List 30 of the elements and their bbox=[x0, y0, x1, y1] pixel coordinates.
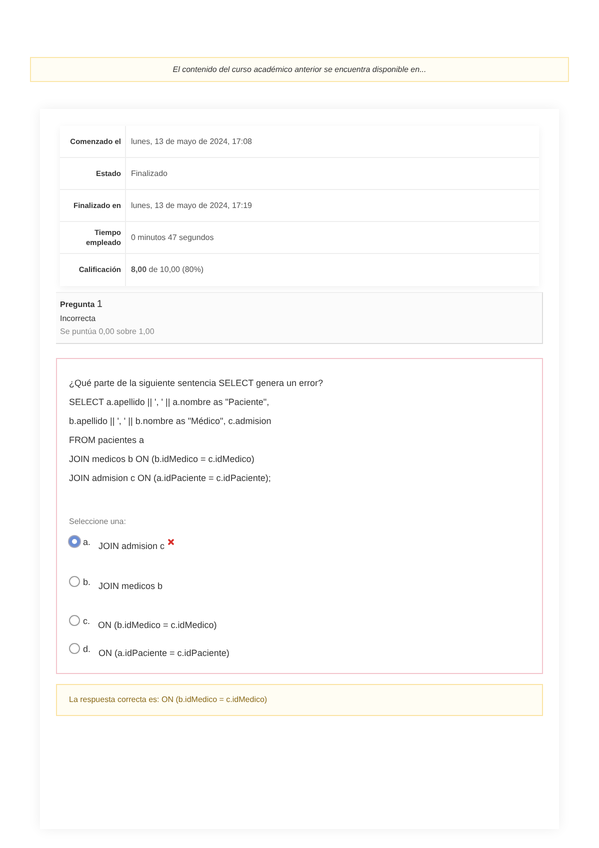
summary-value: 0 minutos 47 segundos bbox=[130, 232, 214, 244]
question-text-line: JOIN admision c ON (a.idPaciente = c.idPaciente); bbox=[69, 472, 272, 485]
summary-value: lunes, 13 de mayo de 2024, 17:19 bbox=[130, 200, 252, 212]
option-letter: b. bbox=[83, 576, 91, 588]
question-score: Se puntúa 0,00 sobre 1,00 bbox=[60, 326, 156, 338]
summary-value: Finalizado bbox=[130, 168, 168, 180]
question-text-line: SELECT a.apellido || ', ' || a.nombre as "Paciente", bbox=[69, 396, 270, 409]
question-text-line: JOIN medicos b ON (b.idMedico = c.idMedico) bbox=[69, 453, 256, 466]
radio-button[interactable] bbox=[69, 615, 80, 626]
answer-prompt: Seleccione una: bbox=[69, 516, 127, 528]
summary-value: 8,00 de 10,00 (80%) bbox=[130, 264, 204, 276]
radio-button[interactable] bbox=[69, 536, 80, 547]
question-state: Incorrecta bbox=[60, 313, 97, 325]
question-text-line: ¿Qué parte de la siguiente sentencia SELECT genera un error? bbox=[69, 377, 324, 390]
notice-banner: El contenido del curso académico anterior se encuentra disponible en... bbox=[30, 57, 569, 82]
radio-button[interactable] bbox=[69, 642, 80, 654]
feedback-text: La respuesta correcta es: ON (b.idMedico = c.idMedico) bbox=[56, 684, 543, 716]
option-text: ON (a.idPaciente = c.idPaciente) bbox=[98, 646, 230, 660]
option-text: ON (b.idMedico = c.idMedico) bbox=[98, 619, 217, 632]
question-text-line: FROM pacientes a bbox=[69, 434, 146, 447]
question-number: Pregunta 1 bbox=[60, 298, 104, 312]
radio-button[interactable] bbox=[69, 576, 80, 586]
question-text-line: b.apellido || ', ' || b.nombre as "Médico", c.admision bbox=[69, 415, 272, 428]
option-text: JOIN admision c bbox=[98, 540, 165, 553]
option-letter: a. bbox=[83, 536, 91, 549]
option-letter: d. bbox=[83, 642, 91, 656]
summary-value: lunes, 13 de mayo de 2024, 17:08 bbox=[130, 136, 252, 148]
option-letter: c. bbox=[83, 615, 90, 628]
option-text: JOIN medicos b bbox=[98, 580, 163, 592]
cross-icon bbox=[168, 539, 174, 545]
